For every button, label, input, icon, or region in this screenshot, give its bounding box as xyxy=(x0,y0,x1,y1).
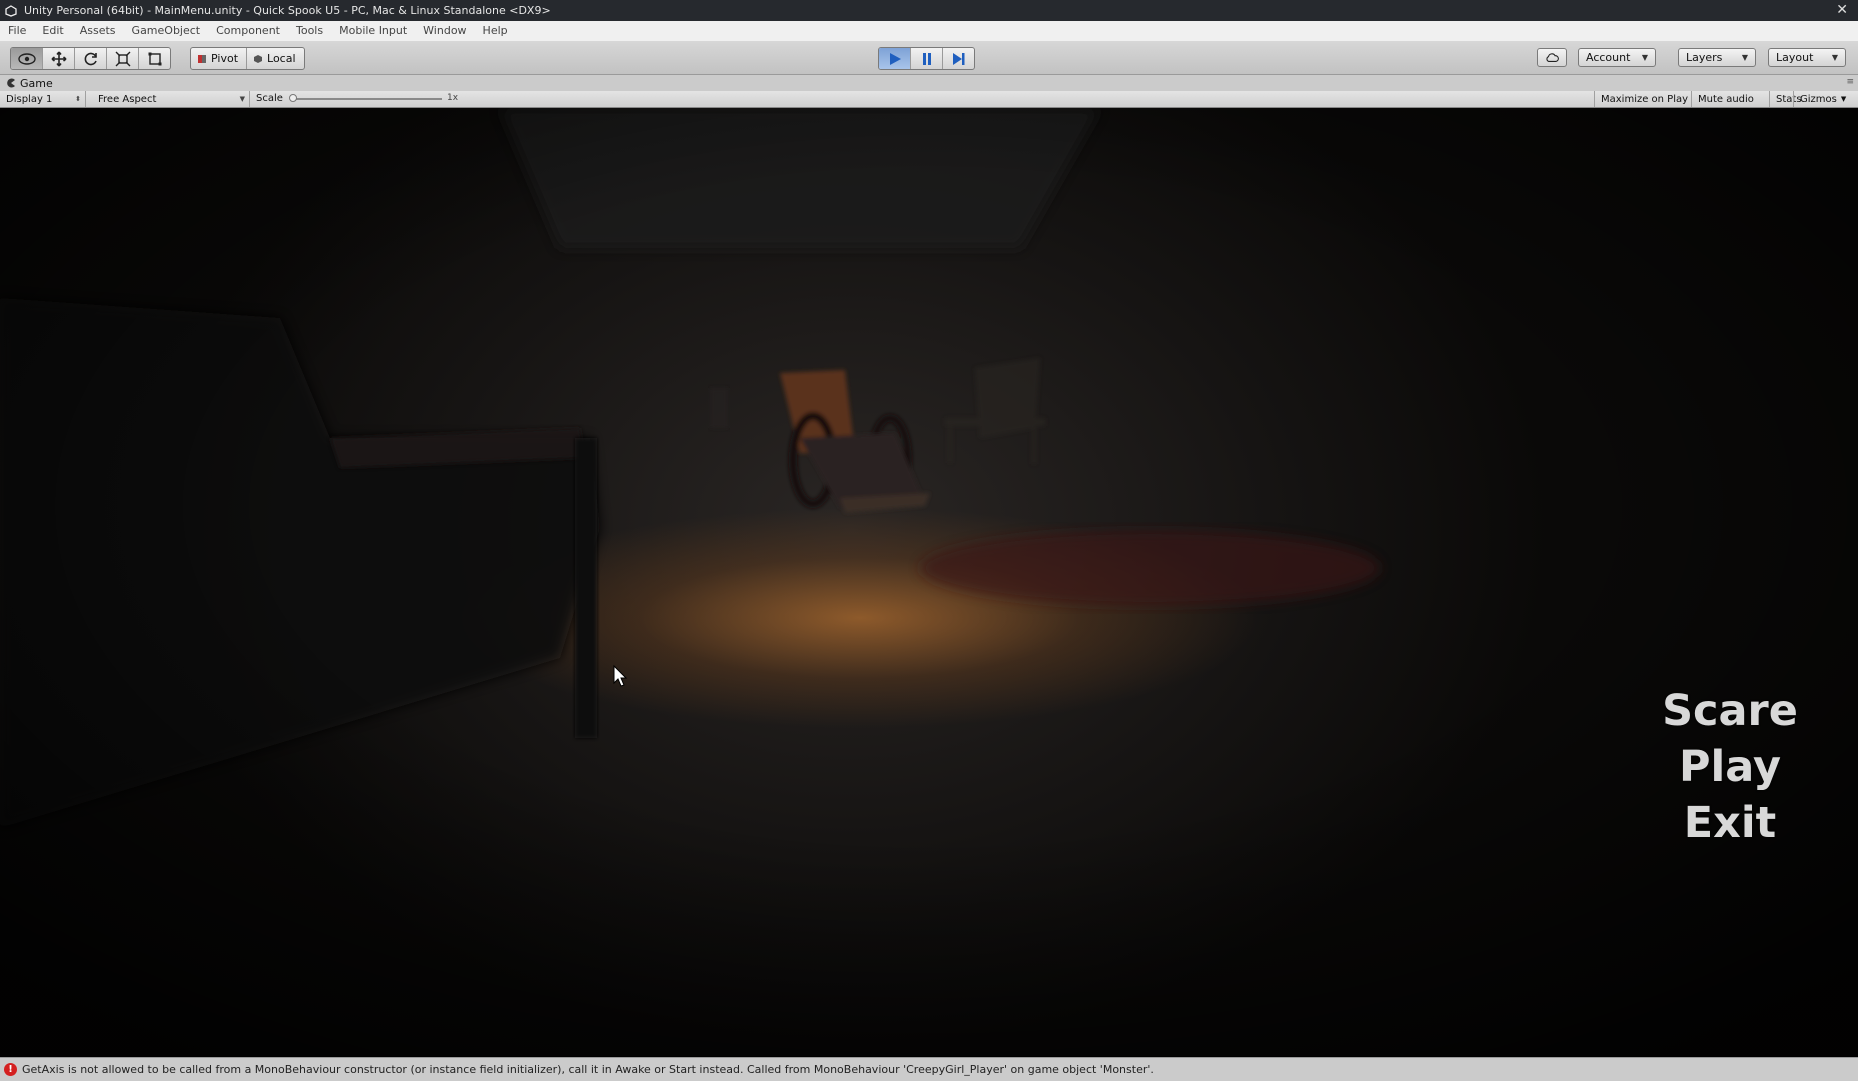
scale-label: Scale xyxy=(256,93,283,104)
error-icon: ! xyxy=(4,1063,17,1076)
layout-label: Layout xyxy=(1776,51,1814,64)
window-title: Unity Personal (64bit) - MainMenu.unity … xyxy=(24,4,551,17)
rect-tool-button[interactable] xyxy=(139,48,170,69)
menu-mobile-input[interactable]: Mobile Input xyxy=(331,21,415,41)
unity-logo-icon xyxy=(4,4,18,18)
tab-game[interactable]: Game xyxy=(6,75,53,91)
aspect-label: Free Aspect xyxy=(98,93,157,105)
hand-icon xyxy=(17,52,36,65)
aspect-dropdown[interactable]: Free Aspect ▼ xyxy=(92,91,250,107)
layout-dropdown[interactable]: Layout ▼ xyxy=(1768,48,1846,67)
chevron-down-icon: ▼ xyxy=(1741,53,1748,62)
scale-icon xyxy=(115,51,130,66)
menu-file[interactable]: File xyxy=(0,21,34,41)
local-icon xyxy=(254,54,263,63)
menu-option-exit[interactable]: Exit xyxy=(1620,798,1840,848)
transform-tools xyxy=(10,47,171,70)
scale-value: 1x xyxy=(447,93,459,103)
pivot-button[interactable]: Pivot xyxy=(191,48,248,69)
game-view-toolbar: Display 1 ⬍ Free Aspect ▼ Scale 1x Maxim… xyxy=(0,91,1858,108)
tab-game-label: Game xyxy=(20,76,53,90)
scale-slider-track[interactable] xyxy=(290,98,442,100)
display-dropdown[interactable]: Display 1 ⬍ xyxy=(0,91,86,107)
chevron-down-icon: ▼ xyxy=(1840,95,1847,103)
close-window-icon[interactable]: ✕ xyxy=(1836,2,1848,18)
menu-window[interactable]: Window xyxy=(415,21,474,41)
gizmos-label: Gizmos xyxy=(1800,93,1837,105)
scale-slider-thumb[interactable] xyxy=(289,94,297,102)
chevron-down-icon: ▼ xyxy=(1641,53,1648,62)
menu-tools[interactable]: Tools xyxy=(288,21,331,41)
game-pacman-icon xyxy=(7,78,15,88)
pause-icon xyxy=(922,52,931,65)
cloud-button[interactable] xyxy=(1537,48,1567,67)
move-tool-button[interactable] xyxy=(43,48,75,69)
title-bar: Unity Personal (64bit) - MainMenu.unity … xyxy=(0,0,1858,21)
menu-component[interactable]: Component xyxy=(208,21,288,41)
rotate-tool-button[interactable] xyxy=(75,48,107,69)
updown-arrows-icon: ⬍ xyxy=(75,95,81,103)
pivot-icon xyxy=(198,54,206,63)
hand-tool-button[interactable] xyxy=(11,48,43,69)
display-label: Display 1 xyxy=(6,93,53,105)
game-tab-bar: Game ≡ xyxy=(0,75,1858,91)
menu-bar: File Edit Assets GameObject Component To… xyxy=(0,21,1858,42)
move-icon xyxy=(51,51,66,66)
local-button[interactable]: Local xyxy=(247,48,304,69)
local-label: Local xyxy=(267,52,296,65)
play-icon xyxy=(889,52,901,65)
menu-assets[interactable]: Assets xyxy=(72,21,124,41)
step-button[interactable] xyxy=(943,48,974,69)
menu-gameobject[interactable]: GameObject xyxy=(124,21,209,41)
pause-button[interactable] xyxy=(911,48,943,69)
play-button[interactable] xyxy=(879,48,911,69)
cloud-icon xyxy=(1546,53,1559,62)
gizmos-dropdown[interactable]: Gizmos ▼ xyxy=(1793,91,1852,107)
game-viewport[interactable]: Scare Play Exit xyxy=(0,108,1858,1056)
play-controls xyxy=(878,47,975,70)
rotate-icon xyxy=(84,52,97,65)
menu-option-scare[interactable]: Scare xyxy=(1620,686,1840,736)
chevron-down-icon: ▼ xyxy=(239,95,245,103)
maximize-label: Maximize on Play xyxy=(1601,93,1689,105)
game-scene-render xyxy=(0,108,1858,1056)
layers-dropdown[interactable]: Layers ▼ xyxy=(1678,48,1756,67)
maximize-on-play-toggle[interactable]: Maximize on Play xyxy=(1594,91,1694,107)
panel-menu-icon[interactable]: ≡ xyxy=(1846,77,1854,87)
main-toolbar: Pivot Local Account ▼ Layers ▼ Layout ▼ xyxy=(0,42,1858,75)
menu-help[interactable]: Help xyxy=(475,21,516,41)
step-icon xyxy=(952,52,964,65)
layers-label: Layers xyxy=(1686,51,1723,64)
pivot-label: Pivot xyxy=(211,52,239,65)
scale-tool-button[interactable] xyxy=(107,48,139,69)
rect-icon xyxy=(148,52,161,65)
console-status-bar[interactable]: ! GetAxis is not allowed to be called fr… xyxy=(0,1057,1858,1081)
status-message[interactable]: GetAxis is not allowed to be called from… xyxy=(22,1063,1154,1076)
mute-label: Mute audio xyxy=(1698,93,1754,105)
mute-audio-toggle[interactable]: Mute audio xyxy=(1691,91,1760,107)
menu-option-play[interactable]: Play xyxy=(1620,742,1840,792)
account-dropdown[interactable]: Account ▼ xyxy=(1578,48,1656,67)
pivot-toggle-group: Pivot Local xyxy=(190,47,305,70)
account-label: Account xyxy=(1586,51,1631,64)
menu-edit[interactable]: Edit xyxy=(34,21,71,41)
chevron-down-icon: ▼ xyxy=(1831,53,1838,62)
